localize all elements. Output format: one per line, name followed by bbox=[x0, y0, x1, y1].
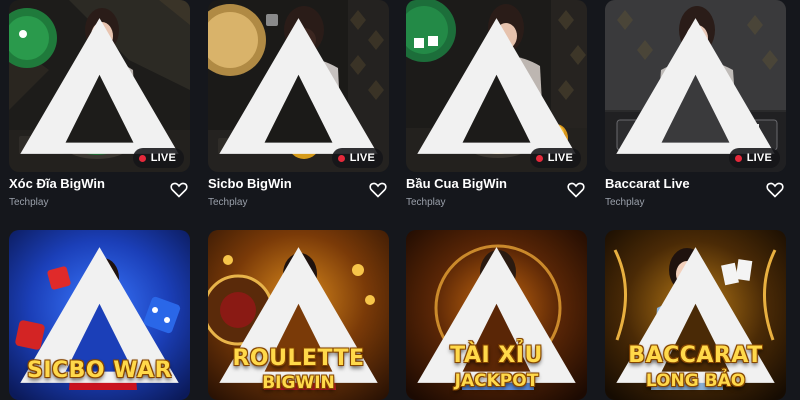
banner-title: ROULETTE bbox=[232, 346, 365, 371]
heart-outline-icon[interactable] bbox=[170, 182, 188, 198]
game-title[interactable]: Bầu Cua BigWin bbox=[406, 176, 507, 191]
live-badge: LIVE bbox=[529, 148, 581, 168]
red-dot-icon bbox=[535, 154, 543, 162]
game-title[interactable]: Xóc Đĩa BigWin bbox=[9, 176, 105, 191]
red-dot-icon bbox=[138, 154, 146, 162]
live-label: LIVE bbox=[547, 152, 573, 164]
banner-title: SICBO WAR bbox=[26, 358, 173, 383]
heart-outline-icon[interactable] bbox=[766, 182, 784, 198]
game-thumbnail[interactable]: BACCARAT LONG BẢO bbox=[605, 230, 786, 400]
banner-title: TÀI XỈU bbox=[450, 343, 543, 368]
triangle-logo-icon bbox=[219, 18, 378, 154]
live-badge: LIVE bbox=[728, 148, 780, 168]
red-dot-icon bbox=[734, 154, 742, 162]
live-label: LIVE bbox=[349, 152, 375, 164]
game-thumbnail[interactable]: TÀI XỈU JACKPOT bbox=[406, 230, 587, 400]
game-provider: Techplay bbox=[9, 197, 49, 208]
banner-subtitle: JACKPOT bbox=[454, 371, 539, 391]
game-provider: Techplay bbox=[406, 197, 446, 208]
game-title[interactable]: Baccarat Live bbox=[605, 176, 690, 191]
game-thumbnail[interactable]: LIVE bbox=[605, 0, 786, 172]
live-badge: LIVE bbox=[132, 148, 184, 168]
game-thumbnail[interactable]: ROULETTE BIGWIN bbox=[208, 230, 389, 400]
banner-title: BACCARAT bbox=[628, 343, 763, 368]
game-thumbnail[interactable]: LIVE bbox=[406, 0, 587, 172]
game-thumbnail[interactable]: SICBO WAR bbox=[9, 230, 190, 400]
banner-subtitle: BIGWIN bbox=[262, 373, 335, 393]
banner-subtitle: LONG BẢO bbox=[645, 371, 746, 391]
game-provider: Techplay bbox=[605, 197, 645, 208]
triangle-logo-icon bbox=[20, 18, 179, 154]
live-label: LIVE bbox=[150, 152, 176, 164]
game-thumbnail[interactable]: LIVE bbox=[9, 0, 190, 172]
triangle-logo-icon bbox=[417, 18, 576, 154]
heart-outline-icon[interactable] bbox=[369, 182, 387, 198]
red-dot-icon bbox=[337, 154, 345, 162]
heart-outline-icon[interactable] bbox=[567, 182, 585, 198]
triangle-logo-icon bbox=[616, 18, 775, 154]
game-provider: Techplay bbox=[208, 197, 248, 208]
live-badge: LIVE bbox=[331, 148, 383, 168]
game-title[interactable]: Sicbo BigWin bbox=[208, 176, 292, 191]
game-thumbnail[interactable]: LIVE bbox=[208, 0, 389, 172]
live-label: LIVE bbox=[746, 152, 772, 164]
game-grid: LIVE Xóc Đĩa BigWin Techplay LIVE Sicbo … bbox=[0, 0, 800, 400]
